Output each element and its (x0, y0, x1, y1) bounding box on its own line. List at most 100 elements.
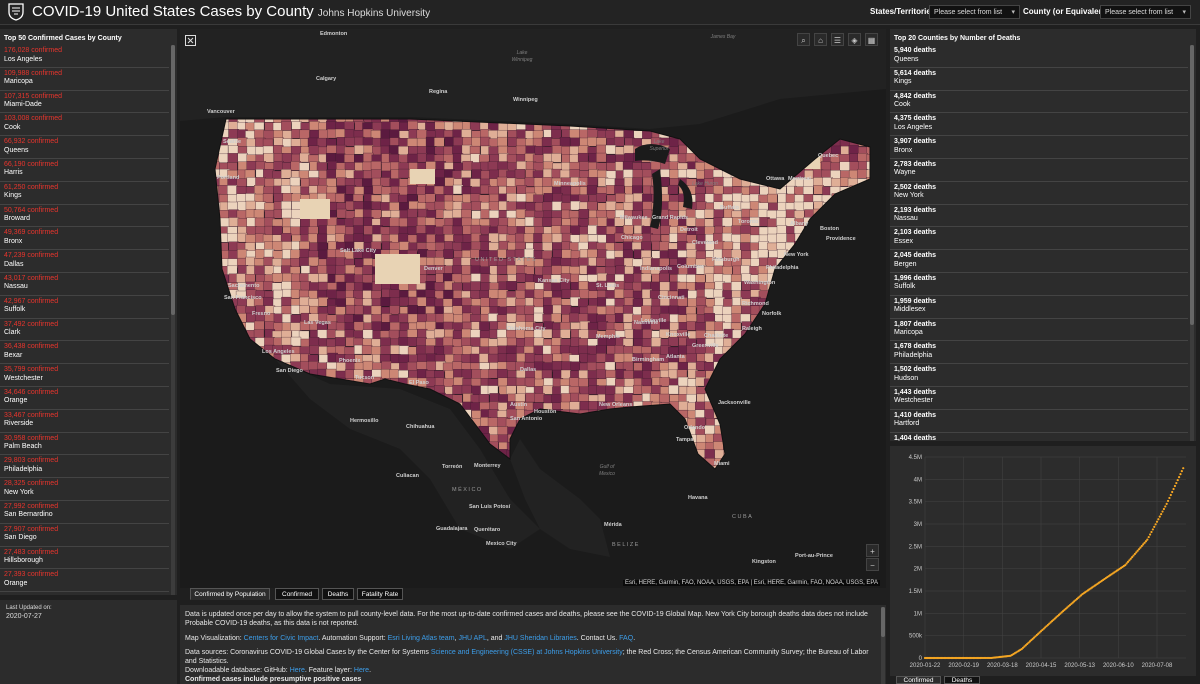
county-cell[interactable] (695, 274, 706, 284)
list-item[interactable]: 1,502 deaths Hudson (890, 364, 1188, 387)
county-cell[interactable] (659, 272, 670, 283)
county-map[interactable]: Edmonton Calgary Regina Winnipeg Vancouver Se… (180, 29, 886, 588)
county-cell[interactable] (345, 264, 356, 275)
county-cell[interactable] (578, 329, 589, 339)
county-cell[interactable] (245, 256, 256, 267)
county-cell[interactable] (525, 202, 536, 212)
list-item[interactable]: 109,988 confirmed Maricopa (0, 68, 169, 91)
county-cell[interactable] (452, 225, 463, 236)
county-cell[interactable] (668, 161, 680, 171)
county-cell[interactable] (570, 186, 582, 196)
county-cell[interactable] (704, 353, 715, 363)
list-item[interactable]: 1,996 deaths Suffolk (890, 273, 1188, 296)
county-cell[interactable] (434, 146, 445, 156)
county-cell[interactable] (433, 185, 445, 196)
list-item[interactable]: 5,940 deaths Queens (890, 45, 1188, 68)
county-cell[interactable] (254, 320, 265, 331)
county-cell[interactable] (577, 152, 589, 163)
basemap-gallery-icon[interactable]: ▦ (865, 33, 878, 46)
county-cell[interactable] (370, 161, 382, 171)
county-cell[interactable] (776, 217, 787, 227)
county-cell[interactable] (524, 337, 535, 347)
county-cell[interactable] (578, 298, 589, 308)
county-cell[interactable] (407, 185, 418, 195)
county-cell[interactable] (352, 217, 364, 227)
county-cell[interactable] (227, 233, 238, 243)
county-cell[interactable] (380, 177, 391, 187)
scrollbar-thumb[interactable] (1190, 45, 1194, 325)
county-cell[interactable] (507, 137, 518, 147)
county-cell[interactable] (570, 200, 581, 211)
county-cell[interactable] (704, 361, 715, 372)
county-cell[interactable] (614, 257, 626, 267)
county-cell[interactable] (426, 313, 437, 323)
county-cell[interactable] (605, 201, 617, 211)
county-cell[interactable] (704, 218, 715, 228)
county-cell[interactable] (551, 265, 562, 275)
county-cell[interactable] (426, 234, 437, 244)
county-cell[interactable] (660, 169, 671, 179)
county-cell[interactable] (461, 384, 473, 395)
county-cell[interactable] (389, 305, 400, 315)
county-cell[interactable] (417, 328, 428, 339)
list-item[interactable]: 61,250 confirmed Kings (0, 182, 169, 205)
county-cell[interactable] (586, 185, 598, 195)
county-cell[interactable] (505, 353, 517, 363)
list-item[interactable]: 30,958 confirmed Palm Beach (0, 433, 169, 456)
county-cell[interactable] (514, 169, 526, 179)
county-cell[interactable] (407, 313, 419, 324)
county-cell[interactable] (407, 153, 418, 164)
county-cell[interactable] (452, 305, 463, 315)
esri-living-atlas-link[interactable]: Esri Living Atlas team (388, 635, 455, 642)
county-cell[interactable] (523, 233, 535, 243)
county-cell[interactable] (821, 161, 832, 171)
county-cell[interactable] (425, 281, 436, 291)
county-cell[interactable] (371, 346, 382, 356)
tab-confirmed-by-population[interactable]: Confirmed by Population (190, 588, 270, 600)
county-cell[interactable] (290, 249, 301, 259)
county-cell[interactable] (407, 329, 418, 339)
county-cell[interactable] (560, 257, 571, 268)
list-item[interactable]: 1,410 deaths Hartford (890, 410, 1188, 433)
county-cell[interactable] (488, 313, 499, 323)
county-cell[interactable] (668, 337, 679, 347)
county-cell[interactable] (469, 121, 481, 131)
county-cell[interactable] (596, 225, 607, 236)
county-cell[interactable] (731, 281, 742, 291)
county-cell[interactable] (696, 296, 707, 307)
county-cell[interactable] (246, 161, 257, 171)
jhu-sheridan-link[interactable]: JHU Sheridan Libraries (504, 635, 576, 642)
county-cell[interactable] (264, 321, 275, 331)
county-cell[interactable] (434, 201, 446, 211)
county-cell[interactable] (290, 322, 301, 332)
zoom-in-button[interactable]: + (866, 544, 879, 557)
county-cell[interactable] (326, 169, 337, 179)
county-cell[interactable] (281, 208, 292, 219)
county-cell[interactable] (443, 289, 454, 300)
county-cell[interactable] (659, 281, 670, 292)
county-cell[interactable] (417, 208, 429, 219)
county-cell[interactable] (668, 384, 679, 395)
county-cell[interactable] (489, 393, 500, 403)
county-cell[interactable] (371, 321, 382, 331)
county-cell[interactable] (497, 337, 508, 347)
county-cell[interactable] (568, 377, 580, 387)
county-cell[interactable] (632, 290, 644, 301)
county-cell[interactable] (596, 385, 607, 395)
county-cell[interactable] (317, 217, 328, 227)
feature-layer-link[interactable]: Here (354, 667, 369, 674)
chart-tab-deaths[interactable]: Deaths (944, 676, 980, 684)
county-cell[interactable] (560, 329, 571, 339)
county-cell[interactable] (596, 257, 607, 267)
county-cell[interactable] (487, 161, 499, 171)
csse-link[interactable]: Science and Engineering (CSSE) at Johns … (431, 649, 623, 656)
county-cell[interactable] (588, 401, 599, 411)
county-cell[interactable] (470, 402, 481, 412)
county-cell[interactable] (470, 224, 482, 235)
county-cell[interactable] (281, 305, 292, 315)
county-cell[interactable] (551, 129, 562, 139)
county-cell[interactable] (353, 233, 364, 243)
county-cell[interactable] (460, 257, 472, 267)
county-cell[interactable] (308, 233, 319, 244)
county-cell[interactable] (551, 257, 562, 267)
